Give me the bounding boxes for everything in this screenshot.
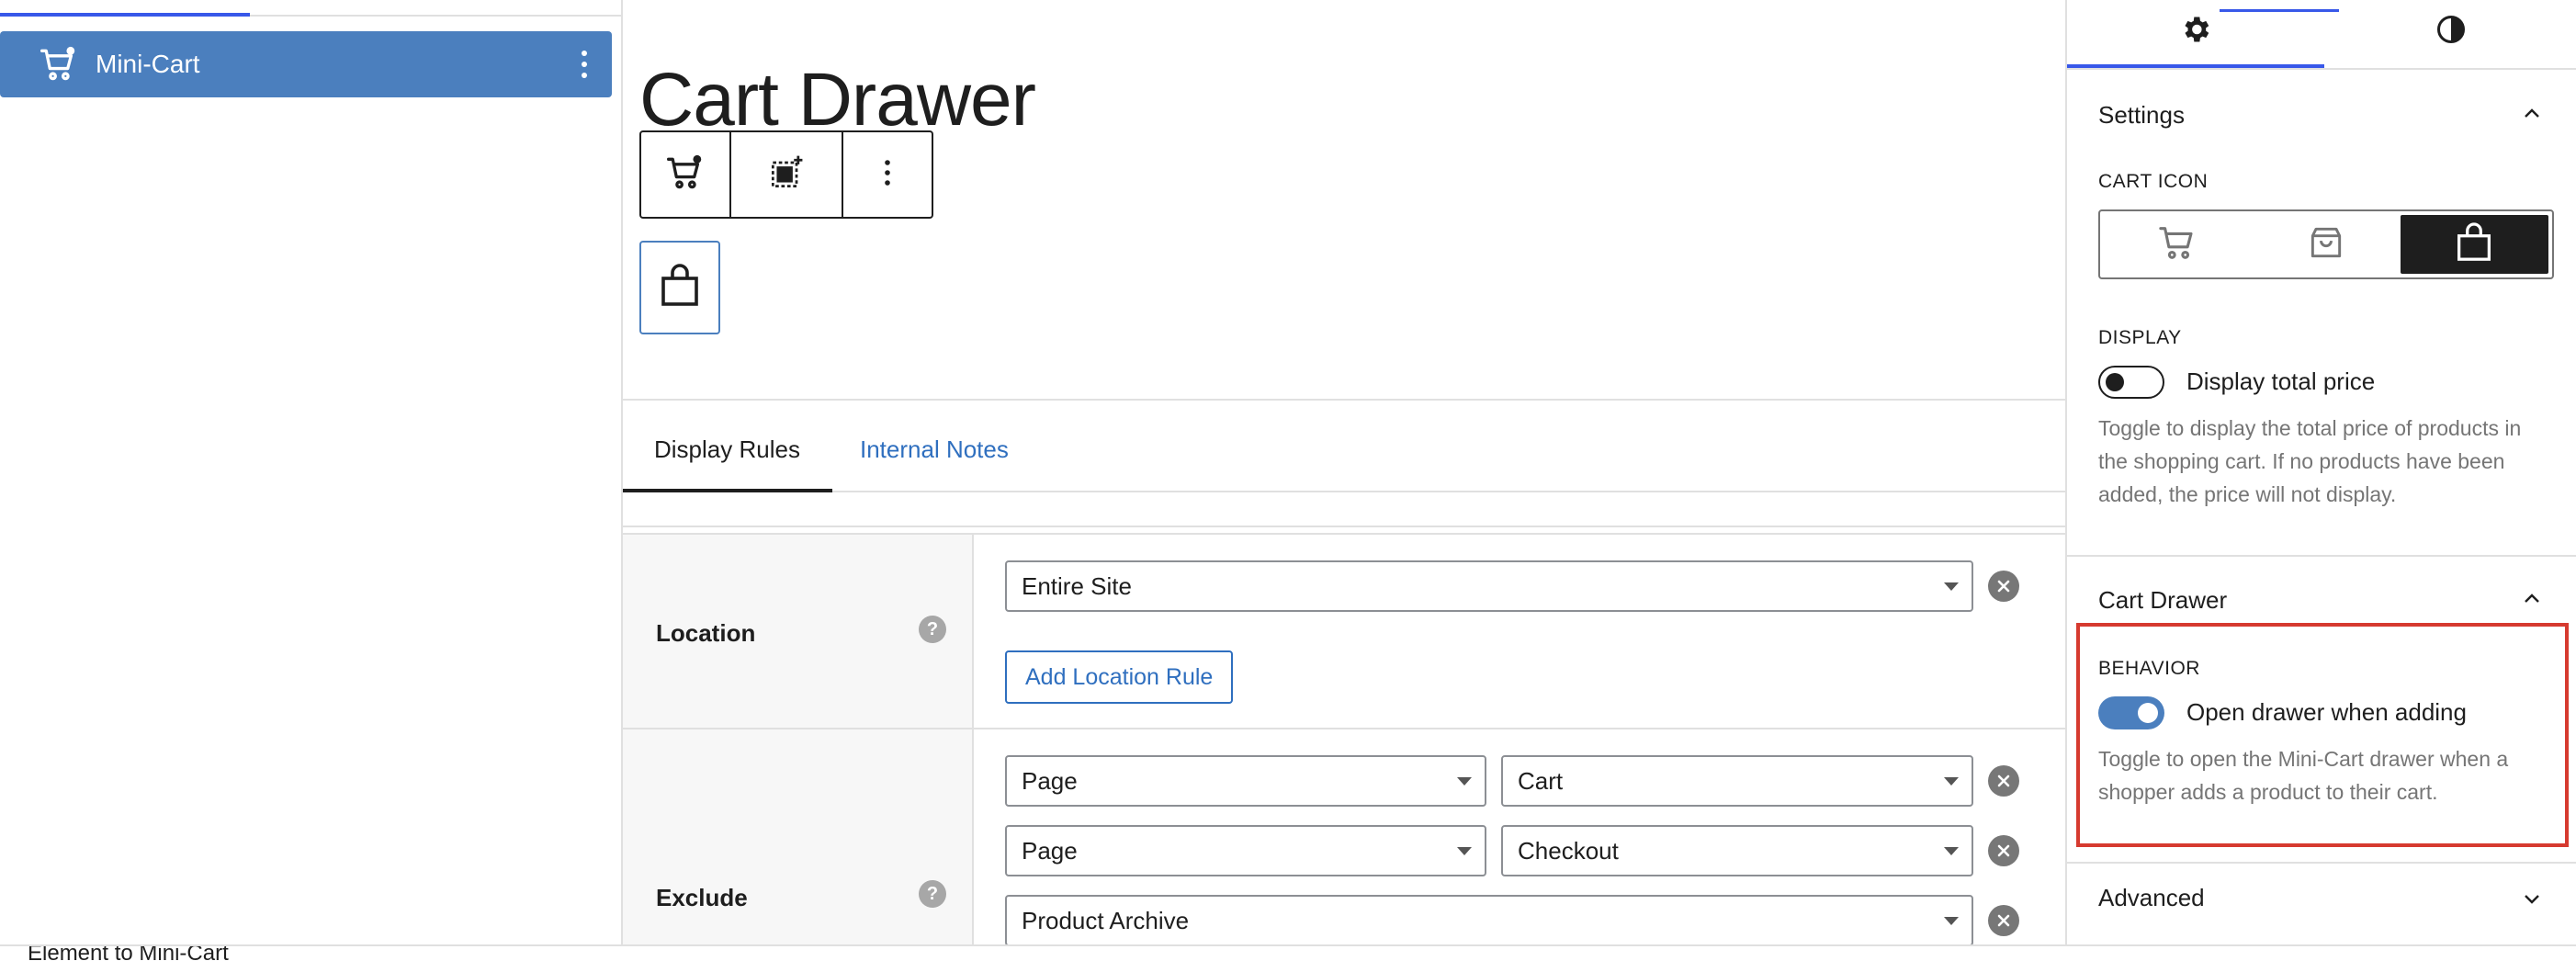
close-icon (1997, 580, 2010, 593)
group-add-icon (766, 153, 807, 198)
location-label-cell: Location ? (623, 535, 974, 728)
advanced-panel-header[interactable]: Advanced (2098, 884, 2205, 912)
list-view-panel: Mini-Cart (0, 0, 623, 944)
list-view-tab-indicator (0, 13, 250, 17)
display-help-text: Toggle to display the total price of pro… (2098, 416, 2522, 506)
inspector-tabs (2067, 0, 2576, 70)
bag-alt-icon (2456, 221, 2492, 267)
exclude-type-value: Page (1022, 836, 1078, 865)
exclude-value-select[interactable]: Cart (1501, 755, 1973, 807)
toggle-knob (2138, 703, 2158, 723)
breadcrumb: Element to Mini-Cart (28, 944, 229, 961)
meta-box-tabs: Display Rules Internal Notes (623, 399, 2065, 492)
display-label: DISPLAY (2098, 327, 2182, 348)
cart-icon (2157, 221, 2199, 268)
block-toolbar (639, 130, 933, 219)
exclude-value-select[interactable]: Checkout (1501, 825, 1973, 876)
remove-exclude-button[interactable] (1988, 835, 2019, 866)
add-location-rule-button[interactable]: Add Location Rule (1005, 650, 1234, 704)
active-tab-indicator (623, 489, 832, 492)
rules-divider (623, 526, 2065, 527)
exclude-type-value: Page (1022, 766, 1078, 795)
bag-icon (2306, 222, 2346, 267)
chevron-down-icon (1944, 777, 1959, 786)
close-icon (1997, 774, 2010, 787)
panel-divider (2067, 555, 2576, 557)
bag-icon (660, 263, 700, 312)
close-icon (1997, 844, 2010, 857)
panel-divider (2067, 862, 2576, 864)
block-breadcrumb-bar: Element to Mini-Cart (0, 944, 2576, 961)
help-icon[interactable]: ? (919, 880, 946, 908)
cart-icon-option-cart[interactable] (2104, 215, 2252, 274)
block-inspector: Settings CART ICON DISPLAY Display total… (2065, 0, 2576, 944)
behavior-label: BEHAVIOR (2098, 658, 2200, 679)
contrast-icon (2435, 13, 2468, 51)
exclude-type-value: Product Archive (1022, 906, 1190, 934)
remove-exclude-button[interactable] (1988, 765, 2019, 797)
cart-icon-selector (2098, 209, 2554, 279)
tab-indicator-top (2220, 9, 2339, 12)
exclude-value: Checkout (1518, 836, 1619, 865)
chevron-up-icon[interactable] (2521, 588, 2543, 610)
tab-settings[interactable] (2168, 9, 2223, 53)
cart-icon (665, 153, 706, 198)
chevron-down-icon (1457, 847, 1472, 855)
block-options-button[interactable] (843, 132, 932, 217)
chevron-down-icon[interactable] (2521, 888, 2543, 910)
tab-styles[interactable] (2423, 9, 2479, 53)
chevron-up-icon[interactable] (2521, 103, 2543, 125)
chevron-down-icon (1457, 777, 1472, 786)
cart-icon-option-bag[interactable] (2252, 215, 2400, 274)
open-drawer-toggle[interactable] (2098, 696, 2164, 729)
list-item-label: Mini-Cart (96, 50, 200, 78)
settings-panel-header[interactable]: Settings (2098, 101, 2185, 130)
more-vertical-icon (884, 159, 891, 191)
tab-internal-notes[interactable]: Internal Notes (860, 435, 1009, 464)
exclude-value: Cart (1518, 766, 1564, 795)
chevron-down-icon (1944, 582, 1959, 591)
cart-drawer-panel-header[interactable]: Cart Drawer (2098, 586, 2227, 615)
cart-icon (37, 42, 81, 86)
more-vertical-icon[interactable] (573, 42, 595, 86)
cart-icon-option-bag-alt[interactable] (2400, 215, 2548, 274)
behavior-help-text: Toggle to open the Mini-Cart drawer when… (2098, 747, 2509, 804)
mini-cart-block[interactable] (639, 241, 720, 334)
exclude-type-select[interactable]: Page (1005, 755, 1486, 807)
highlight-annotation (2076, 623, 2569, 847)
chevron-down-icon (1944, 917, 1959, 925)
list-item-mini-cart[interactable]: Mini-Cart (0, 31, 612, 97)
exclude-type-select[interactable]: Page (1005, 825, 1486, 876)
remove-location-button[interactable] (1988, 571, 2019, 602)
display-rules-table: Location ? Entire Site Add Location Rule… (623, 533, 2065, 946)
open-drawer-label[interactable]: Open drawer when adding (2186, 698, 2467, 727)
toggle-knob (2106, 373, 2124, 391)
help-icon[interactable]: ? (919, 616, 946, 643)
location-select-value: Entire Site (1022, 571, 1132, 600)
close-icon (1997, 914, 2010, 927)
select-parent-button[interactable] (731, 132, 843, 217)
display-total-price-toggle[interactable] (2098, 366, 2164, 399)
exclude-type-select[interactable]: Product Archive (1005, 895, 1973, 946)
exclude-label: Exclude (656, 884, 748, 911)
active-tab-indicator (2067, 64, 2324, 68)
tab-display-rules[interactable]: Display Rules (654, 435, 800, 464)
remove-exclude-button[interactable] (1988, 905, 2019, 936)
display-total-price-label[interactable]: Display total price (2186, 367, 2375, 396)
location-label: Location (656, 619, 756, 647)
location-select[interactable]: Entire Site (1005, 560, 1973, 612)
cart-icon-label: CART ICON (2098, 171, 2209, 192)
editor-canvas: Cart Drawer Display Rules Internal Notes… (623, 0, 2065, 946)
chevron-down-icon (1944, 847, 1959, 855)
exclude-label-cell: Exclude ? (623, 729, 974, 946)
block-type-button[interactable] (641, 132, 731, 217)
gear-icon (2179, 13, 2212, 51)
